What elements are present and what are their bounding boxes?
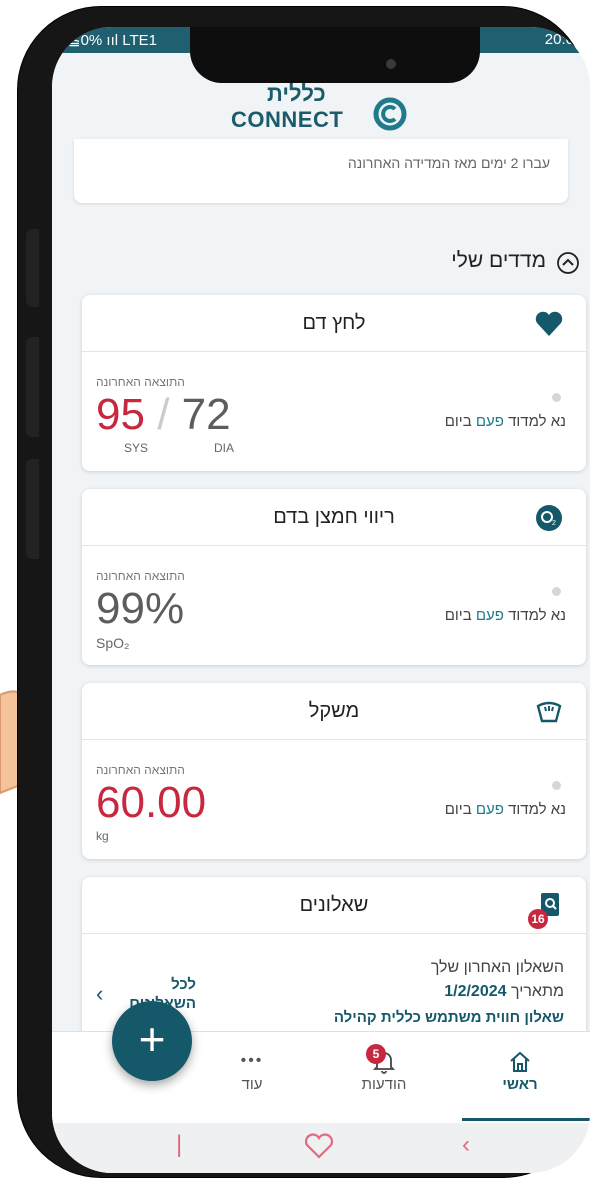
notifications-badge: 5 xyxy=(366,1044,386,1064)
logo-hebrew-text: כללית xyxy=(267,81,326,106)
bp-dia-value: 72 xyxy=(181,390,231,439)
nav-notifications-label: הודעות xyxy=(361,1076,407,1093)
card-title: משקל xyxy=(308,700,360,722)
last-questionnaire-label: השאלון האחרון שלך xyxy=(430,959,564,976)
card-divider xyxy=(82,545,586,546)
scale-icon xyxy=(536,701,562,723)
status-dot xyxy=(552,393,561,402)
oxygen-value: 99% xyxy=(96,584,185,633)
nav-notifications[interactable]: הודעות 5 xyxy=(334,1044,434,1093)
last-result-label: התוצאה האחרונה xyxy=(96,375,185,389)
logo-mark-icon xyxy=(373,97,407,131)
phone-notch xyxy=(190,27,480,83)
questionnaire-date-line: מתאריך 1/2/2024 xyxy=(444,983,564,1000)
nav-more[interactable]: ••• עוד xyxy=(202,1046,302,1093)
volume-up-button xyxy=(26,229,39,307)
card-divider xyxy=(82,933,586,934)
oxygen-icon: 2 xyxy=(536,505,562,531)
card-title: שאלונים xyxy=(299,894,369,916)
system-navigation-bar: | ‹ xyxy=(52,1123,590,1173)
clalit-connect-logo: כללית CONNECT xyxy=(229,81,419,143)
status-dot xyxy=(552,587,561,596)
weight-value: 60.00 xyxy=(96,778,207,827)
card-title: ריווי חמצן בדם xyxy=(273,506,395,528)
measure-instruction: נא למדוד פעם ביום xyxy=(444,413,566,430)
home-icon xyxy=(470,1046,570,1076)
volume-down-button xyxy=(26,337,39,437)
previous-card: עברו 2 ימים מאז המדידה האחרונה xyxy=(74,139,568,203)
card-title: לחץ דם xyxy=(302,312,366,334)
recent-apps-icon[interactable]: | xyxy=(176,1131,182,1159)
home-heart-icon[interactable] xyxy=(304,1133,334,1159)
back-icon[interactable]: ‹ xyxy=(462,1131,470,1159)
last-result-label: התוצאה האחרונה xyxy=(96,569,185,583)
bp-sys-label: SYS xyxy=(124,441,149,455)
questionnaire-link[interactable]: שאלון חווית משתמש כללית קהילה xyxy=(334,1009,564,1026)
add-fab-button[interactable]: + xyxy=(112,1001,192,1081)
nav-home[interactable]: ראשי xyxy=(470,1046,570,1093)
phone-frame: ≦0% ııl LTE1 20:0 כללית CONNECT עברו 2 י… xyxy=(17,6,590,1178)
oxygen-card[interactable]: ריווי חמצן בדם 2 התוצאה האחרונה 99% SpO₂… xyxy=(82,489,586,665)
weight-unit: kg xyxy=(96,829,109,843)
previous-card-text: עברו 2 ימים מאז המדידה האחרונה xyxy=(347,155,550,171)
status-dot xyxy=(552,781,561,790)
blood-pressure-card[interactable]: לחץ דם התוצאה האחרונה 95 / 72 SYS DIA נא… xyxy=(82,295,586,471)
measure-instruction: נא למדוד פעם ביום xyxy=(444,607,566,624)
nav-home-label: ראשי xyxy=(502,1076,538,1093)
section-title[interactable]: מדדים שלי xyxy=(451,249,546,273)
chevron-left-icon[interactable]: ‹ xyxy=(96,981,103,1007)
card-divider xyxy=(82,739,586,740)
bp-sys-value: 95 xyxy=(96,390,145,439)
last-result-label: התוצאה האחרונה xyxy=(96,763,185,777)
questionnaires-badge: 16 xyxy=(528,909,548,929)
chevron-up-circle-icon[interactable] xyxy=(556,251,580,275)
phone-screen: ≦0% ııl LTE1 20:0 כללית CONNECT עברו 2 י… xyxy=(52,27,590,1173)
card-divider xyxy=(82,351,586,352)
camera-icon xyxy=(386,59,396,69)
nav-more-label: עוד xyxy=(241,1076,263,1093)
measure-instruction: נא למדוד פעם ביום xyxy=(444,801,566,818)
bp-dia-label: DIA xyxy=(214,441,235,455)
status-left: ≦0% ııl LTE1 xyxy=(68,32,157,49)
bp-value: 95 / 72 xyxy=(96,391,231,439)
power-button xyxy=(26,459,39,559)
more-dots-icon: ••• xyxy=(240,1052,264,1069)
logo-english-text: CONNECT xyxy=(231,107,344,132)
status-clock: 20:0 xyxy=(544,31,574,48)
bp-slash: / xyxy=(157,390,170,439)
weight-card[interactable]: משקל התוצאה האחרונה 60.00 kg נא למדוד פע… xyxy=(82,683,586,859)
svg-text:2: 2 xyxy=(552,520,556,527)
heart-icon xyxy=(535,311,563,336)
oxygen-unit: SpO₂ xyxy=(96,635,130,651)
active-tab-indicator xyxy=(462,1118,590,1121)
